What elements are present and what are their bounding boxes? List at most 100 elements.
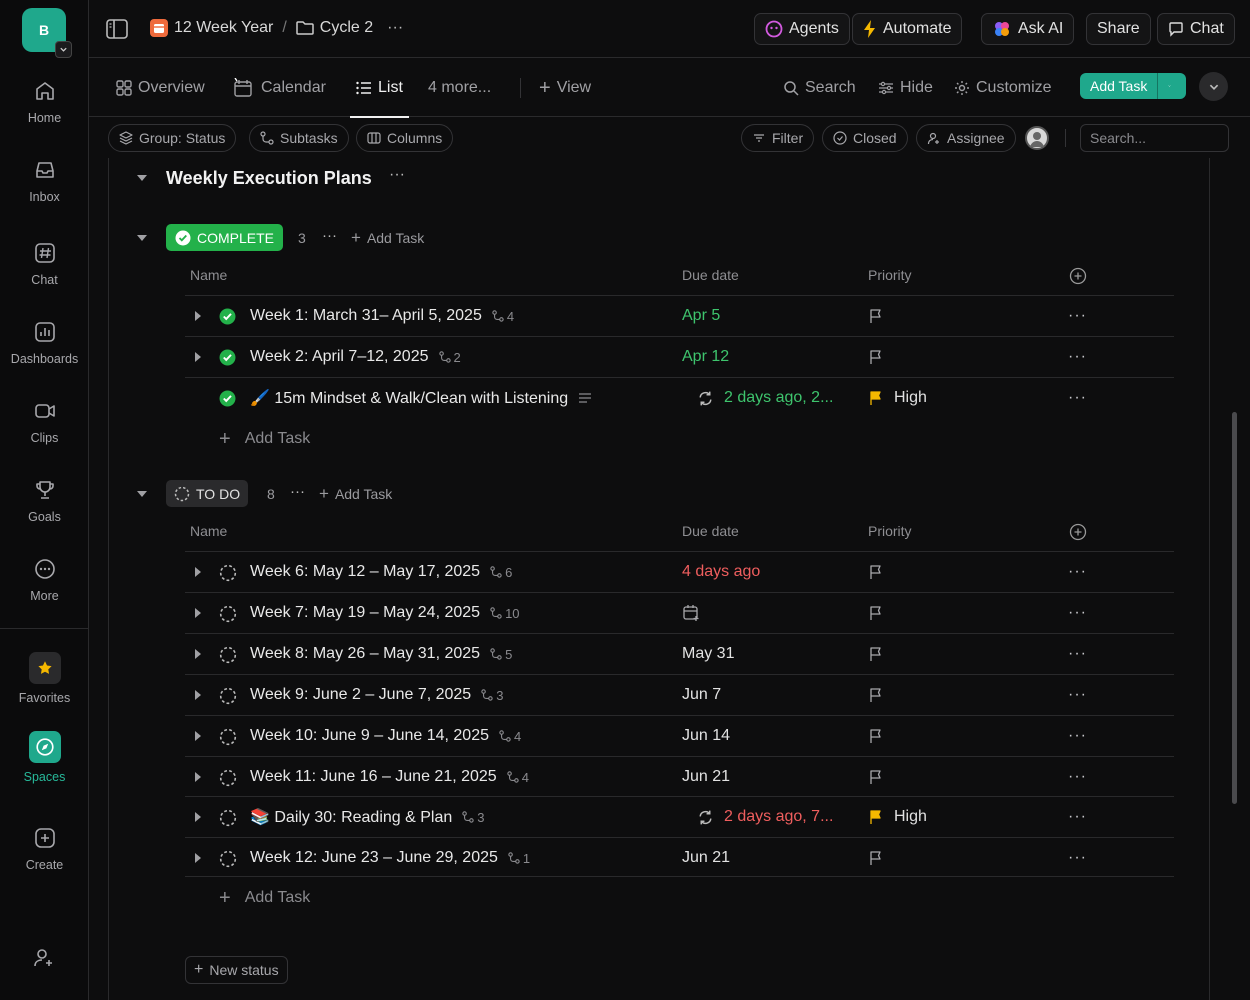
expand-subtasks-caret[interactable] (195, 690, 201, 700)
closed-button[interactable]: Closed (822, 124, 908, 152)
subtask-count[interactable]: 4 (499, 729, 521, 744)
priority-cell[interactable] (868, 675, 884, 715)
workspace-avatar[interactable]: B (22, 8, 72, 58)
complete-check-icon[interactable] (219, 390, 236, 407)
table-row[interactable]: Week 9: June 2 – June 7, 2025 3 Jun 7 ··· (185, 674, 1174, 715)
due-date-cell[interactable]: Apr 12 (682, 337, 729, 377)
due-date-cell[interactable]: Jun 14 (682, 716, 730, 756)
column-header-due-date[interactable]: Due date (682, 267, 739, 283)
column-header-priority[interactable]: Priority (868, 523, 912, 539)
complete-check-icon[interactable] (219, 308, 236, 325)
expand-subtasks-caret[interactable] (195, 731, 201, 741)
expand-subtasks-caret[interactable] (195, 608, 201, 618)
subtask-count[interactable]: 10 (490, 606, 520, 621)
status-badge-complete[interactable]: COMPLETE (166, 224, 284, 251)
automate-button[interactable]: Automate (852, 13, 963, 45)
hide-button[interactable]: Hide (878, 59, 933, 117)
task-name[interactable]: Week 12: June 23 – June 29, 2025 (250, 849, 498, 867)
rail-item-dashboards[interactable]: Dashboards (0, 319, 89, 366)
row-more-button[interactable]: ··· (1068, 378, 1087, 418)
ask-ai-button[interactable]: Ask AI (981, 13, 1075, 45)
subtask-count[interactable]: 6 (490, 565, 512, 580)
priority-cell[interactable] (868, 838, 884, 878)
chevron-down-icon[interactable] (55, 41, 72, 58)
group-more-button[interactable]: ··· (322, 227, 337, 244)
due-date-cell[interactable]: Apr 5 (682, 296, 720, 336)
row-more-button[interactable]: ··· (1068, 593, 1087, 633)
rail-item-home[interactable]: Home (0, 78, 89, 125)
table-row[interactable]: Week 7: May 19 – May 24, 2025 10 ··· (185, 592, 1174, 633)
todo-status-icon[interactable] (219, 850, 237, 868)
row-more-button[interactable]: ··· (1068, 296, 1087, 336)
add-column-icon[interactable] (1069, 267, 1087, 285)
table-row[interactable]: Week 1: March 31– April 5, 2025 4 Apr 5 ··· (185, 295, 1174, 336)
columns-button[interactable]: Columns (356, 124, 454, 152)
expand-subtasks-caret[interactable] (195, 772, 201, 782)
column-header-name[interactable]: Name (190, 523, 227, 539)
task-name[interactable]: Week 7: May 19 – May 24, 2025 (250, 604, 480, 622)
list-collapse-caret[interactable] (137, 175, 147, 181)
rail-item-clips[interactable]: Clips (0, 398, 89, 445)
rail-item-favorites[interactable]: Favorites (0, 652, 89, 705)
expand-subtasks-caret[interactable] (195, 352, 201, 362)
filter-button[interactable]: Filter (741, 124, 815, 152)
collapse-toolbar-button[interactable] (1199, 72, 1228, 101)
group-add-task-button[interactable]: + Add Task (319, 485, 392, 502)
task-name[interactable]: 📚 Daily 30: Reading & Plan (250, 807, 452, 827)
row-more-button[interactable]: ··· (1068, 634, 1087, 674)
assignee-button[interactable]: Assignee (916, 124, 1016, 152)
table-row[interactable]: 📚 Daily 30: Reading & Plan 3 2 days ago, 7… (185, 796, 1174, 837)
user-avatar[interactable] (1025, 126, 1049, 150)
expand-subtasks-caret[interactable] (195, 853, 201, 863)
task-name[interactable]: Week 1: March 31– April 5, 2025 (250, 307, 482, 325)
row-more-button[interactable]: ··· (1068, 716, 1087, 756)
rail-item-inbox[interactable]: Inbox (0, 157, 89, 204)
priority-cell[interactable]: High (868, 378, 927, 418)
row-more-button[interactable]: ··· (1068, 797, 1087, 837)
priority-cell[interactable] (868, 716, 884, 756)
column-header-due-date[interactable]: Due date (682, 523, 739, 539)
todo-status-icon[interactable] (219, 605, 237, 623)
add-column-icon[interactable] (1069, 523, 1087, 541)
table-row[interactable]: Week 8: May 26 – May 31, 2025 5 May 31 ··· (185, 633, 1174, 674)
row-more-button[interactable]: ··· (1068, 757, 1087, 797)
vertical-scrollbar[interactable] (1232, 412, 1237, 804)
invite-user-icon[interactable] (32, 946, 56, 970)
subtask-count[interactable]: 3 (462, 810, 484, 825)
customize-button[interactable]: Customize (954, 59, 1052, 117)
row-more-button[interactable]: ··· (1068, 337, 1087, 377)
task-name[interactable]: Week 11: June 16 – June 21, 2025 (250, 768, 497, 786)
rail-item-chat[interactable]: Chat (0, 240, 89, 287)
due-date-cell[interactable]: May 31 (682, 634, 734, 674)
expand-subtasks-caret[interactable] (195, 311, 201, 321)
add-date-icon[interactable] (682, 604, 700, 622)
rail-item-goals[interactable]: Goals (0, 477, 89, 524)
task-name[interactable]: Week 10: June 9 – June 14, 2025 (250, 727, 489, 745)
table-row[interactable]: Week 12: June 23 – June 29, 2025 1 Jun 21 ·… (185, 837, 1174, 878)
due-date-cell[interactable]: 4 days ago (682, 552, 760, 592)
share-button[interactable]: Share (1086, 13, 1151, 45)
expand-subtasks-caret[interactable] (195, 567, 201, 577)
breadcrumb-list[interactable]: 12 Week Year (174, 19, 273, 37)
column-header-name[interactable]: Name (190, 267, 227, 283)
expand-subtasks-caret[interactable] (195, 649, 201, 659)
list-more-button[interactable]: ··· (389, 166, 405, 184)
todo-status-icon[interactable] (219, 809, 237, 827)
search-tasks-button[interactable]: Search (783, 59, 856, 117)
column-header-priority[interactable]: Priority (868, 267, 912, 283)
todo-status-icon[interactable] (219, 687, 237, 705)
tab-list[interactable]: List (350, 59, 409, 118)
due-date-cell[interactable]: Jun 21 (682, 838, 730, 878)
add-view-button[interactable]: + View (539, 59, 591, 117)
breadcrumb-folder[interactable]: Cycle 2 (320, 19, 373, 37)
subtask-count[interactable]: 1 (508, 851, 530, 866)
search-input[interactable]: Search... (1080, 124, 1229, 152)
table-row[interactable]: Week 2: April 7–12, 2025 2 Apr 12 ··· (185, 336, 1174, 377)
priority-cell[interactable] (868, 552, 884, 592)
priority-cell[interactable] (868, 757, 884, 797)
status-badge-todo[interactable]: TO DO (166, 480, 249, 507)
tab-overview[interactable]: Overview (116, 59, 205, 117)
due-date-cell[interactable] (682, 593, 700, 633)
group-collapse-caret[interactable] (137, 235, 147, 241)
agents-button[interactable]: Agents (754, 13, 850, 45)
